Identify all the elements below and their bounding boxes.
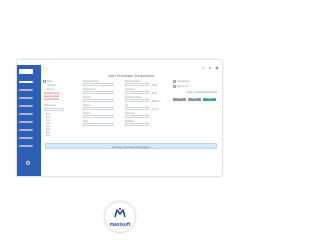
- note-field[interactable]: [83, 123, 113, 126]
- sidebar-item-reports[interactable]: [19, 121, 33, 123]
- requested-by-field[interactable]: [83, 83, 113, 86]
- requisition-form: Date Supplier Ref No Required field Requ…: [43, 80, 219, 138]
- sidebar-item-dashboard[interactable]: [19, 81, 33, 83]
- discount-field[interactable]: [125, 115, 149, 118]
- sidebar-item-hr[interactable]: [19, 129, 33, 131]
- reset-button[interactable]: Reset: [173, 98, 186, 101]
- page-header: ⌂ ● ◉: [41, 65, 222, 71]
- priority-field[interactable]: [83, 99, 113, 102]
- field-label: Terms: [152, 108, 159, 111]
- user-icon[interactable]: ◉: [215, 66, 219, 70]
- bell-icon[interactable]: ●: [208, 66, 212, 70]
- save-button[interactable]: Save: [188, 98, 201, 101]
- required-date-field[interactable]: [125, 83, 149, 86]
- tax-field[interactable]: [125, 107, 149, 110]
- field-label: Reference: [177, 85, 189, 88]
- exchange-rate-field[interactable]: [125, 99, 149, 102]
- field-label: Date: [47, 80, 53, 83]
- field-label: Attachment: [177, 80, 190, 83]
- shipping-field[interactable]: [125, 123, 149, 126]
- validation-message: Required field: [44, 98, 59, 101]
- list-item[interactable]: Item: [46, 134, 51, 137]
- sidebar: ⚙: [17, 65, 41, 176]
- checkbox[interactable]: [43, 80, 46, 83]
- field-label: Supplier: [47, 84, 56, 87]
- sidebar-item-purchase[interactable]: [19, 97, 33, 99]
- brand-name: maxisoft: [109, 222, 131, 228]
- field-label: Total: [152, 84, 158, 87]
- status-field[interactable]: [83, 107, 113, 110]
- list-header: Warehouse: [44, 104, 57, 107]
- add-new-bar[interactable]: Add New Purchase Requisition: [45, 143, 217, 149]
- home-icon[interactable]: ⌂: [201, 66, 205, 70]
- sidebar-item-accounts[interactable]: [19, 113, 33, 115]
- currency-field[interactable]: [125, 91, 149, 94]
- field-label: Ref No: [47, 88, 55, 91]
- field-label: Balance: [152, 100, 161, 103]
- app-logo: [19, 69, 33, 74]
- field-label: Paid: [152, 92, 157, 95]
- checkbox[interactable]: [173, 80, 176, 83]
- panel-title: Add Purchase Requisition: [108, 73, 155, 78]
- app-screenshot: ⚙ ⌂ ● ◉ Add Purchase Requisition Date Su…: [17, 60, 222, 176]
- sidebar-item-inventory[interactable]: [19, 105, 33, 107]
- brand-badge: maxisoft: [105, 202, 135, 232]
- sidebar-item-setup[interactable]: [19, 145, 33, 147]
- department-field[interactable]: [83, 91, 113, 94]
- checkbox[interactable]: [173, 85, 176, 88]
- settings-gear-icon[interactable]: ⚙: [25, 161, 31, 167]
- project-field[interactable]: [83, 115, 113, 118]
- auto-number-note: Auto Generated Number: [187, 90, 218, 94]
- sidebar-item-sales[interactable]: [19, 89, 33, 91]
- warehouse-select[interactable]: [44, 108, 64, 111]
- submit-button[interactable]: Submit: [203, 98, 216, 101]
- sidebar-item-production[interactable]: [19, 137, 33, 139]
- brand-logo-icon: [114, 207, 126, 218]
